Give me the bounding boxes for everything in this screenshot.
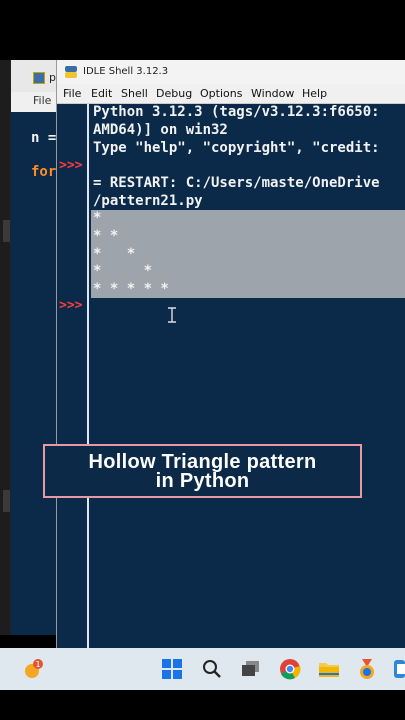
- idle-shell-window[interactable]: IDLE Shell 3.12.3 File Edit Shell Debug …: [56, 60, 405, 652]
- task-view-icon[interactable]: [240, 658, 262, 680]
- code-line[interactable]: n =: [31, 130, 56, 146]
- pattern-line[interactable]: * *: [93, 228, 118, 244]
- chrome-icon[interactable]: [279, 658, 301, 680]
- text-cursor-icon: [168, 307, 176, 323]
- menu-options[interactable]: Options: [200, 87, 242, 100]
- background-menu-file[interactable]: File: [33, 94, 51, 107]
- menu-file[interactable]: File: [63, 87, 81, 100]
- background-window-title: p: [49, 71, 56, 84]
- shell-prompt: >>>: [59, 298, 83, 313]
- pattern-line[interactable]: *: [93, 210, 101, 226]
- menu-debug[interactable]: Debug: [156, 87, 192, 100]
- window-title: IDLE Shell 3.12.3: [83, 66, 169, 77]
- search-icon[interactable]: [201, 658, 223, 680]
- title-banner: Hollow Triangle pattern in Python: [43, 444, 362, 498]
- output-line[interactable]: Python 3.12.3 (tags/v3.12.3:f6650:: [93, 104, 380, 120]
- medal-icon[interactable]: [356, 658, 378, 680]
- taskbar: 1: [0, 648, 405, 690]
- pattern-line[interactable]: * * * * *: [93, 281, 169, 297]
- pattern-line[interactable]: * *: [93, 263, 152, 279]
- prompt-gutter-divider: [87, 104, 89, 652]
- python-file-icon: [33, 72, 45, 84]
- app-icon[interactable]: [392, 658, 405, 680]
- menu-edit[interactable]: Edit: [91, 87, 112, 100]
- output-line[interactable]: = RESTART: C:/Users/maste/OneDrive: [93, 175, 380, 191]
- output-line[interactable]: Type "help", "copyright", "credit:: [93, 140, 380, 156]
- shell-prompt: >>>: [59, 158, 83, 173]
- banner-subtitle-line: in Python: [155, 470, 250, 492]
- menu-window[interactable]: Window: [251, 87, 294, 100]
- python-icon: [65, 66, 77, 78]
- pattern-line[interactable]: * *: [93, 246, 135, 262]
- menu-help[interactable]: Help: [302, 87, 327, 100]
- menubar: File Edit Shell Debug Options Window Hel…: [57, 84, 405, 104]
- code-line[interactable]: for: [31, 164, 56, 180]
- output-line[interactable]: AMD64)] on win32: [93, 122, 228, 138]
- menu-shell[interactable]: Shell: [121, 87, 148, 100]
- output-line[interactable]: /pattern21.py: [93, 193, 203, 209]
- notification-badge: 1: [35, 660, 40, 669]
- weather-icon[interactable]: 1: [22, 658, 44, 680]
- windows-start-icon[interactable]: [161, 658, 183, 680]
- idle-titlebar[interactable]: IDLE Shell 3.12.3: [57, 60, 405, 84]
- file-explorer-icon[interactable]: [318, 658, 340, 680]
- bottom-letterbox: [0, 690, 405, 720]
